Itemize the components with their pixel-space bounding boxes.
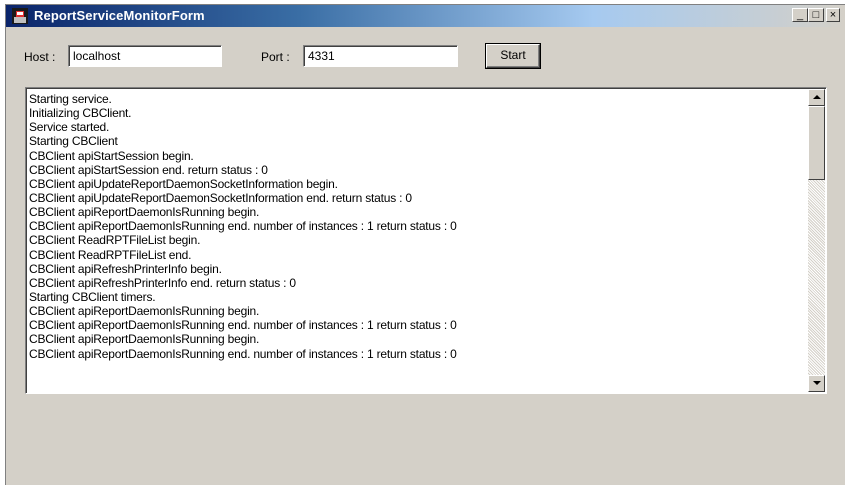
log-line: Starting CBClient timers. <box>29 289 156 304</box>
log-output[interactable]: Starting service. Initializing CBClient. S… <box>25 87 827 394</box>
start-button[interactable]: Start <box>486 44 540 68</box>
log-line: CBClient apiReportDaemonIsRunning end. n… <box>29 318 457 333</box>
log-line: CBClient apiUpdateReportDaemonSocketInfo… <box>29 190 412 205</box>
window-title: ReportServiceMonitorForm <box>34 8 205 23</box>
log-line: Service started. <box>29 120 110 135</box>
scroll-down-button[interactable] <box>808 375 825 392</box>
host-label: Host : <box>24 50 56 64</box>
host-input-value: localhost <box>73 49 121 63</box>
arrow-up-icon <box>813 95 821 99</box>
arrow-down-icon <box>813 381 821 385</box>
log-line: CBClient apiRefreshPrinterInfo end. retu… <box>29 275 296 290</box>
close-icon: × <box>829 9 837 21</box>
report-service-monitor-window: ReportServiceMonitorForm _ □ × Host : lo… <box>5 4 845 485</box>
host-input[interactable]: localhost <box>68 45 222 67</box>
minimize-icon: _ <box>796 9 804 21</box>
vertical-scrollbar[interactable] <box>808 89 825 392</box>
log-line: CBClient apiRefreshPrinterInfo begin. <box>29 261 222 276</box>
log-line: CBClient apiReportDaemonIsRunning begin. <box>29 332 260 347</box>
title-bar[interactable]: ReportServiceMonitorForm _ □ × <box>6 5 845 27</box>
log-line: CBClient apiStartSession end. return sta… <box>29 162 268 177</box>
maximize-icon: □ <box>812 9 820 21</box>
log-line: CBClient ReadRPTFileList end. <box>29 247 192 262</box>
app-icon <box>12 8 28 24</box>
port-input-value: 4331 <box>308 49 335 63</box>
log-lines: Starting service. Initializing CBClient. S… <box>29 92 804 361</box>
log-line: CBClient apiReportDaemonIsRunning end. n… <box>29 219 457 234</box>
log-line: CBClient apiUpdateReportDaemonSocketInfo… <box>29 176 338 191</box>
log-line: Starting service. <box>29 92 112 106</box>
log-line: CBClient apiReportDaemonIsRunning end. n… <box>29 346 457 361</box>
scroll-up-button[interactable] <box>808 89 825 106</box>
minimize-button[interactable]: _ <box>792 8 808 22</box>
log-line: CBClient ReadRPTFileList begin. <box>29 233 201 248</box>
scrollbar-thumb[interactable] <box>808 106 825 180</box>
port-input[interactable]: 4331 <box>303 45 458 67</box>
log-line: CBClient apiReportDaemonIsRunning begin. <box>29 304 260 319</box>
port-label: Port : <box>261 50 290 64</box>
log-line: CBClient apiReportDaemonIsRunning begin. <box>29 205 260 220</box>
log-line: Starting CBClient <box>29 134 118 149</box>
close-button[interactable]: × <box>826 8 840 22</box>
maximize-button[interactable]: □ <box>808 8 824 22</box>
log-line: CBClient apiStartSession begin. <box>29 148 194 163</box>
log-line: Initializing CBClient. <box>29 106 132 121</box>
